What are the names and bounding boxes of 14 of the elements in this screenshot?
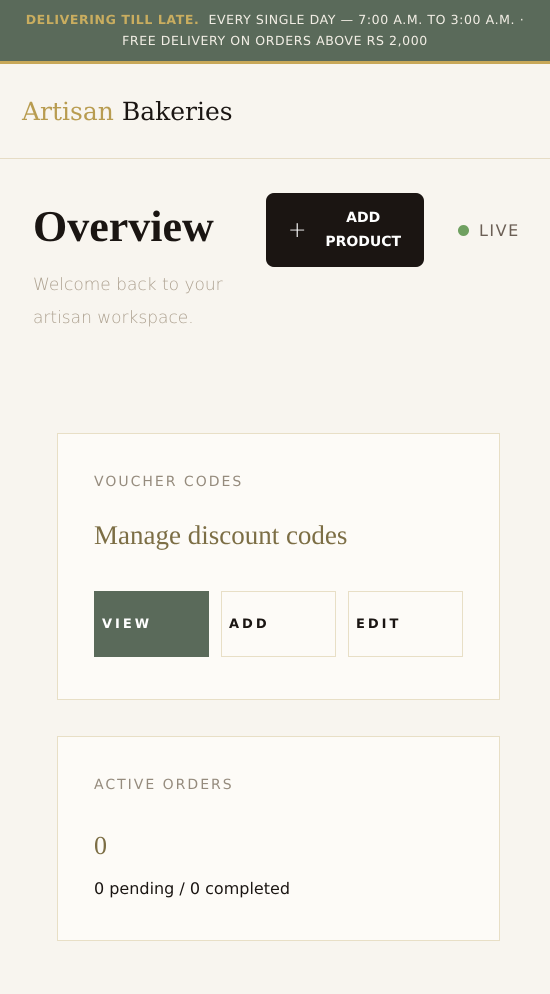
card-label: ACTIVE ORDERS: [94, 777, 235, 793]
stat-detail: 0 pending / 0 completed: [94, 879, 292, 898]
card-heading: Manage discount codes: [94, 520, 348, 551]
announcement-text: DELIVERING TILL LATE. EVERY SINGLE DAY — 7:00 A.M. TO 3:00 A.M. · FREE DELIVERY ON ORDERS ABOVE RS 2,000: [24, 11, 526, 50]
page-title: Overview: [33, 203, 215, 252]
card-action-button[interactable]: EDIT: [348, 591, 463, 657]
card-action-button[interactable]: VIEW: [94, 591, 209, 657]
brand-name[interactable]: Artisan Bakeries: [22, 96, 233, 126]
welcome-text: Welcome back to your artisan workspace.: [33, 274, 224, 330]
add-product-button[interactable]: + ADD PRODUCT: [266, 193, 424, 267]
card-action-button[interactable]: ADD: [221, 591, 336, 657]
stat-value: 0: [94, 831, 108, 861]
status-label: LIVE: [479, 221, 520, 240]
card-label: VOUCHER CODES: [94, 474, 244, 490]
